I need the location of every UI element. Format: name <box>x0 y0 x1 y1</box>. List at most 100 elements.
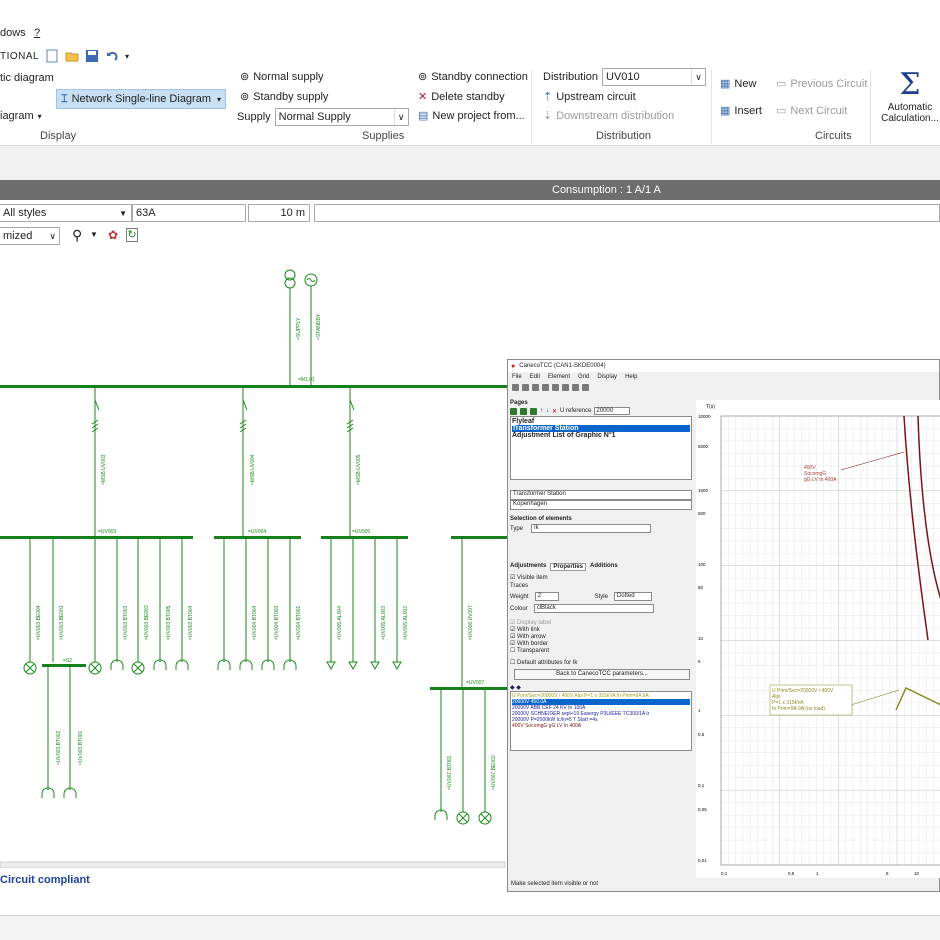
save-icon[interactable] <box>85 49 99 63</box>
station-location-field[interactable]: Kopenhagen <box>510 500 692 510</box>
u-reference-select[interactable]: 20000 <box>594 407 631 415</box>
display-label-checkbox[interactable]: ☑ Display label <box>510 619 692 626</box>
busbar-s2[interactable] <box>42 664 86 667</box>
tcc-menu-display[interactable]: Display <box>597 374 617 380</box>
new-icon[interactable] <box>512 384 519 391</box>
curve-items-list[interactable]: U Prim/Sec=20000V / 400V Alpi P=1 x 315k… <box>510 691 692 751</box>
length-field[interactable]: 10 m <box>248 204 310 222</box>
page-item-selected[interactable]: Transformer Station <box>512 425 690 432</box>
lamp-icon[interactable] <box>88 661 102 675</box>
fuse-curve-b[interactable] <box>917 415 940 600</box>
tab-properties[interactable]: Properties <box>550 563 587 571</box>
visible-item-checkbox[interactable]: ☑ Visible item <box>510 574 692 581</box>
transparent-checkbox[interactable]: ☐ Transparent <box>510 647 692 654</box>
with-arrow-checkbox[interactable]: ☑ With arrow <box>510 633 692 640</box>
tcc-menu-element[interactable]: Element <box>548 374 570 380</box>
standby-supply-button[interactable]: ⊚ Standby supply <box>240 90 328 104</box>
main-busbar[interactable] <box>0 385 510 388</box>
trafo-curve[interactable] <box>895 686 940 711</box>
open-icon[interactable] <box>522 384 529 391</box>
zoom-in-icon[interactable] <box>572 384 579 391</box>
normal-supply-button[interactable]: ⊚ Normal supply <box>240 70 324 84</box>
busbar-uv004[interactable] <box>214 536 301 539</box>
zoom-mode-select[interactable]: mized ∨ <box>0 227 60 245</box>
nav-dots[interactable]: ◆ ◆ <box>510 684 692 691</box>
insert-circuit-button[interactable]: ▦ Insert <box>720 104 762 118</box>
next-circuit-button[interactable]: ▭ Next Circuit <box>776 104 847 118</box>
open-folder-icon[interactable] <box>65 49 79 63</box>
refresh-icon[interactable]: ↻ <box>126 228 138 242</box>
station-name-field[interactable]: Transformer Station <box>510 490 692 500</box>
comment-field[interactable] <box>314 204 940 222</box>
copy-page-icon[interactable] <box>520 407 527 415</box>
transformer-symbol[interactable] <box>284 269 296 386</box>
lamp-icon[interactable] <box>456 811 470 825</box>
busbar-uv003[interactable] <box>0 536 193 539</box>
new-project-from-button[interactable]: ▤ New project from... <box>418 109 525 123</box>
delete-icon[interactable]: ✕ <box>552 408 557 415</box>
busbar-uv005[interactable] <box>321 536 408 539</box>
palette-icon[interactable]: ✿ <box>108 228 118 242</box>
diagram-button[interactable]: iagram ▾ <box>0 110 42 122</box>
type-select[interactable]: Ik <box>531 524 652 533</box>
back-to-params-button[interactable]: Back to CanecoTCC parameters... <box>514 669 690 680</box>
style-select[interactable]: Dotted <box>613 592 652 601</box>
rating-field[interactable]: 63A <box>132 204 246 222</box>
chevron-down-icon[interactable]: ▼ <box>90 230 98 239</box>
zoom-out-icon[interactable] <box>582 384 589 391</box>
add-page-icon[interactable] <box>510 407 517 415</box>
feeder-uv005[interactable] <box>346 388 355 537</box>
lamp-icon[interactable] <box>23 661 37 675</box>
circuits-uv004[interactable] <box>223 539 291 662</box>
upstream-circuit-button[interactable]: ⇡ Upstream circuit <box>543 90 636 104</box>
undo-icon[interactable] <box>552 384 559 391</box>
busbar-uv006[interactable] <box>451 536 511 539</box>
save-icon[interactable] <box>532 384 539 391</box>
busbar-uv007[interactable] <box>430 687 511 690</box>
with-link-checkbox[interactable]: ☑ With link <box>510 626 692 633</box>
lamp-icon[interactable] <box>131 661 145 675</box>
feeder-uv003[interactable] <box>91 388 100 537</box>
circuits-uv005[interactable] <box>330 539 398 662</box>
circuits-uv003[interactable] <box>29 539 183 662</box>
supply-select[interactable]: Normal Supply ∨ <box>274 108 409 126</box>
search-icon[interactable]: ⚲ <box>72 227 82 244</box>
qat-dropdown-icon[interactable]: ▾ <box>125 52 130 61</box>
lamp-icon[interactable] <box>478 811 492 825</box>
standby-connection-button[interactable]: ⊚ Standby connection <box>418 70 528 84</box>
tcc-plot[interactable]: T(s) 10000 5000 1000 500 100 50 10 5 1 0,5 0,1 0,05… <box>696 400 940 878</box>
default-attrs-checkbox[interactable]: ☐ Default attributes for Ik <box>510 659 692 666</box>
colour-select[interactable]: clBlack <box>533 604 654 613</box>
motor-icon[interactable] <box>392 661 402 670</box>
move-down-icon[interactable]: ↓ <box>546 408 549 414</box>
tcc-menu-file[interactable]: File <box>512 374 522 380</box>
delete-standby-button[interactable]: ✕ Delete standby <box>418 90 505 104</box>
undo-icon[interactable] <box>105 49 119 63</box>
tab-additions[interactable]: Additions <box>590 563 618 571</box>
redo-icon[interactable] <box>562 384 569 391</box>
motor-icon[interactable] <box>348 661 358 670</box>
automatic-calculation-button[interactable]: Σ Automatic Calculation... <box>880 68 940 125</box>
motor-icon[interactable] <box>326 661 336 670</box>
weight-select[interactable]: 2 <box>534 592 559 601</box>
styles-select[interactable]: All styles ▼ <box>0 204 132 222</box>
tcc-menu-grid[interactable]: Grid <box>578 374 589 380</box>
move-up-icon[interactable]: ↑ <box>540 408 543 414</box>
previous-circuit-button[interactable]: ▭ Previous Circuit <box>776 77 867 91</box>
menu-windows[interactable]: dows <box>0 27 26 39</box>
with-border-checkbox[interactable]: ☑ With border <box>510 640 692 647</box>
horizontal-scrollbar[interactable] <box>0 861 506 869</box>
paste-page-icon[interactable] <box>530 407 537 415</box>
menu-help[interactable]: ? <box>34 27 40 39</box>
network-sld-button[interactable]: ⌶ Network Single-line Diagram ▾ <box>56 89 226 109</box>
feeder-uv004[interactable] <box>239 388 248 537</box>
curve-item[interactable]: 400V SocomgG gG LV In 400A <box>512 723 690 729</box>
tcc-menu-help[interactable]: Help <box>625 374 637 380</box>
tcc-menu-edit[interactable]: Edit <box>530 374 540 380</box>
new-file-icon[interactable] <box>45 49 59 63</box>
new-circuit-button[interactable]: ▦ New <box>720 77 756 91</box>
distribution-select[interactable]: UV010 ∨ <box>602 68 707 86</box>
page-item[interactable]: Flyleaf <box>512 418 690 425</box>
page-item[interactable]: Adjustment List of Graphic N°1 <box>512 432 690 439</box>
motor-icon[interactable] <box>370 661 380 670</box>
